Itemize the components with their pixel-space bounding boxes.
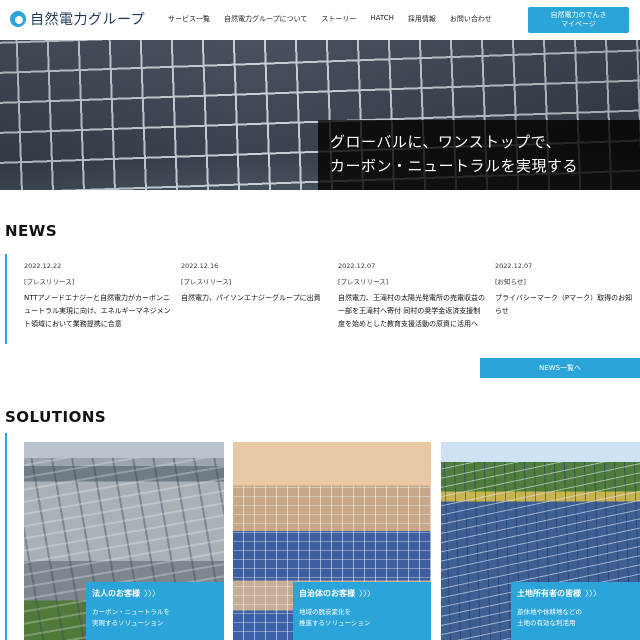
news-headline: プライバシーマーク（Pマーク）取得のお知らせ xyxy=(495,294,633,315)
card-label: 土地所有者の皆様 〉〉〉 遊休地や休耕地などの 土地の有効な利活用 xyxy=(511,582,640,640)
news-date: 2022.12.07 xyxy=(338,262,376,270)
nav-item-story[interactable]: ストーリー xyxy=(321,14,356,24)
card-desc-line1: カーボン・ニュートラルを xyxy=(92,608,170,616)
news-section-title: NEWS xyxy=(5,222,58,240)
logo-text: 自然電力グループ xyxy=(30,12,146,28)
nav-item-services[interactable]: サービス一覧 xyxy=(168,14,210,24)
card-label: 法人のお客様 〉〉〉 カーボン・ニュートラルを 実現するソリューション xyxy=(86,582,224,640)
news-category: [プレスリリース] xyxy=(338,278,389,286)
nav-item-hatch[interactable]: HATCH xyxy=(370,14,394,24)
news-date: 2022.12.22 xyxy=(24,262,62,270)
chevron-right-icon: 〉〉〉 xyxy=(359,589,375,598)
news-item[interactable]: 2022.12.22 [プレスリリース] NTTアノードエナジーと自然電力がカー… xyxy=(24,262,172,331)
solutions-accent-bar xyxy=(5,433,7,640)
main-nav: サービス一覧 自然電力グループについて ストーリー HATCH 採用情報 お問い… xyxy=(168,14,492,24)
card-desc-line1: 地域の脱炭素化を xyxy=(299,608,351,616)
news-headline: 自然電力、パイソンエナジーグループに出資 xyxy=(181,294,321,302)
news-date: 2022.12.16 xyxy=(181,262,219,270)
news-list-button[interactable]: NEWS一覧へ xyxy=(480,358,640,378)
news-headline: 自然電力、王滝村の太陽光発電所の売電収益の一部を王滝村へ寄付 同村の奨学金返済支… xyxy=(338,294,485,328)
card-title: 土地所有者の皆様 xyxy=(517,589,581,598)
news-category: [プレスリリース] xyxy=(24,278,75,286)
mypage-button-line2: マイページ xyxy=(561,20,596,28)
site-header: 自然電力グループ サービス一覧 自然電力グループについて ストーリー HATCH… xyxy=(0,0,640,40)
news-category: [プレスリリース] xyxy=(181,278,232,286)
nav-item-contact[interactable]: お問い合わせ xyxy=(450,14,492,24)
card-desc-line2: 実現するソリューション xyxy=(92,619,164,627)
news-item[interactable]: 2022.12.07 [お知らせ] プライバシーマーク（Pマーク）取得のお知らせ xyxy=(495,262,635,318)
chevron-right-icon: 〉〉〉 xyxy=(585,589,601,598)
solution-card-corporate[interactable]: 法人のお客様 〉〉〉 カーボン・ニュートラルを 実現するソリューション xyxy=(24,442,224,640)
hero-headline-line2: カーボン・ニュートラルを実現する xyxy=(330,157,579,175)
hero-headline-line1: グローバルに、ワンストップで、 xyxy=(330,133,562,151)
chevron-right-icon: 〉〉〉 xyxy=(144,589,160,598)
card-title: 法人のお客様 xyxy=(92,589,140,598)
news-headline: NTTアノードエナジーと自然電力がカーボンニュートラル実現に向け、エネルギーマネ… xyxy=(24,294,171,328)
card-desc-line2: 土地の有効な利活用 xyxy=(517,619,576,627)
hero-banner: グローバルに、ワンストップで、 カーボン・ニュートラルを実現する xyxy=(0,40,640,190)
logo-mark-icon xyxy=(10,11,26,27)
news-item[interactable]: 2022.12.07 [プレスリリース] 自然電力、王滝村の太陽光発電所の売電収… xyxy=(338,262,486,331)
news-item[interactable]: 2022.12.16 [プレスリリース] 自然電力、パイソンエナジーグループに出… xyxy=(181,262,329,305)
card-label: 自治体のお客様 〉〉〉 地域の脱炭素化を 推進するソリューション xyxy=(293,582,431,640)
news-category: [お知らせ] xyxy=(495,278,526,286)
nav-item-about[interactable]: 自然電力グループについて xyxy=(224,14,307,24)
solutions-section-title: SOLUTIONS xyxy=(5,408,107,426)
solution-card-landowner[interactable]: 土地所有者の皆様 〉〉〉 遊休地や休耕地などの 土地の有効な利活用 xyxy=(441,442,640,640)
mypage-button-line1: 自然電力のでんき xyxy=(550,11,607,19)
card-title: 自治体のお客様 xyxy=(299,589,355,598)
solution-card-municipal[interactable]: 自治体のお客様 〉〉〉 地域の脱炭素化を 推進するソリューション xyxy=(233,442,431,640)
news-accent-bar xyxy=(5,254,7,344)
card-desc-line1: 遊休地や休耕地などの xyxy=(517,608,582,616)
mypage-button[interactable]: 自然電力のでんき マイページ xyxy=(528,7,629,33)
card-desc-line2: 推進するソリューション xyxy=(299,619,371,627)
logo[interactable]: 自然電力グループ xyxy=(10,9,145,29)
news-date: 2022.12.07 xyxy=(495,262,533,270)
hero-copy-box: グローバルに、ワンストップで、 カーボン・ニュートラルを実現する xyxy=(318,120,640,190)
nav-item-recruit[interactable]: 採用情報 xyxy=(408,14,436,24)
